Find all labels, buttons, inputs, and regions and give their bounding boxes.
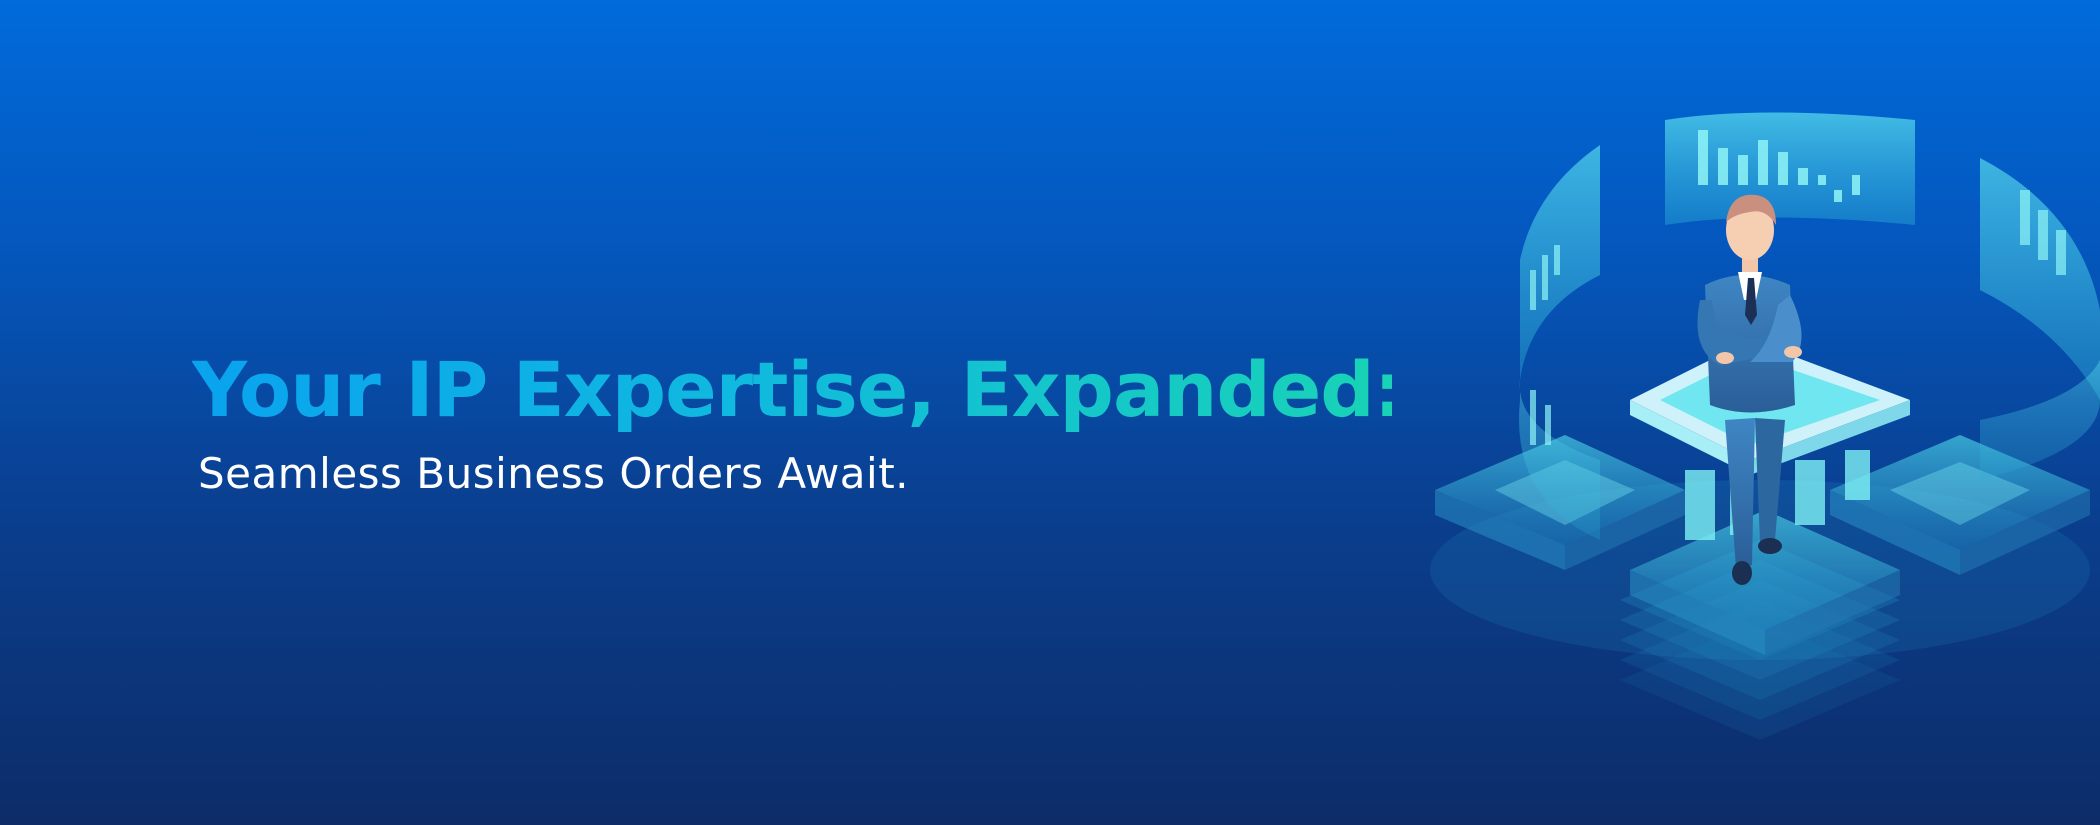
businessman-holographic-dashboard-icon — [1430, 112, 2100, 740]
banner-headline: Your IP Expertise, Expanded: — [192, 340, 1404, 440]
hero-banner: Your IP Expertise, Expanded: Seamless Bu… — [0, 0, 2100, 825]
banner-subheadline: Seamless Business Orders Await. — [198, 449, 910, 498]
banner-copy: Your IP Expertise, Expanded: Seamless Bu… — [192, 340, 1404, 502]
businessman-hologram-illustration — [1420, 100, 2100, 800]
